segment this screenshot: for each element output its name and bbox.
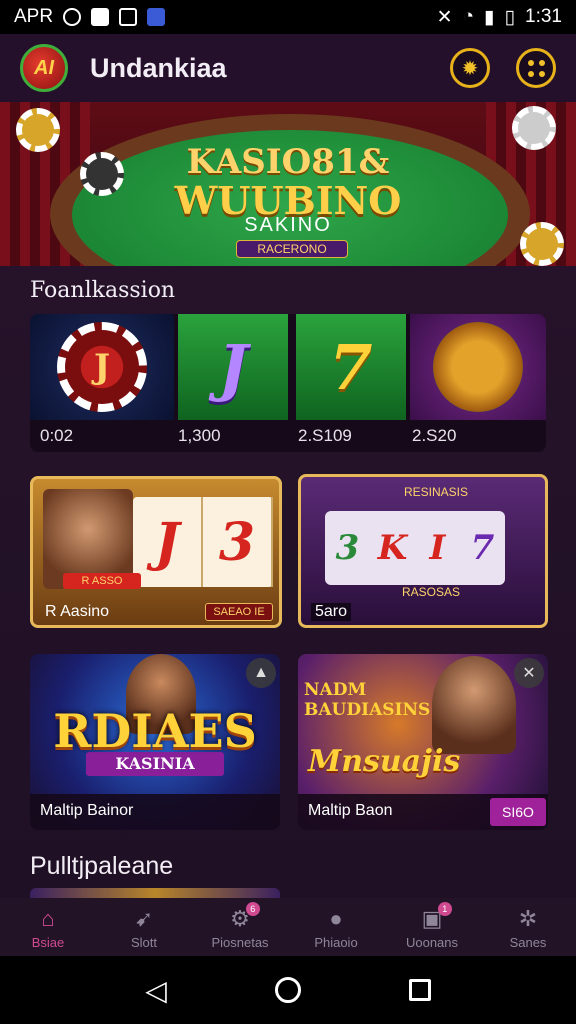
status-bar: APR ✕ ◔ ▮ ▯ 1:31: [0, 0, 576, 34]
game-card-rdiaes[interactable]: RDIAES KASINIA ▲ Maltip Bainor: [30, 654, 280, 830]
game-card-slot-machine[interactable]: RESINASIS 3 K I 7 RASOSAS 5aro: [298, 474, 548, 628]
tile-count: 0:02: [40, 426, 74, 445]
home-button[interactable]: [268, 970, 308, 1010]
bottom-nav: ⌂ Bsiae ➹ Slott ⚙ 6 Piosnetas ● Phiaoio …: [0, 898, 576, 956]
card-logo-top: NADM BAUDIASINS: [304, 680, 431, 720]
hero-banner[interactable]: KASIO81& WUUBINO SAKINO RACERONO: [0, 102, 576, 266]
game-card-jackpot[interactable]: J 3 R ASSO R Aasino SAEAO IE: [30, 476, 282, 628]
section-title-popular: Pulltjpaleane: [30, 852, 174, 880]
alarm-icon: [63, 8, 82, 26]
game-tile-reel-j[interactable]: J: [178, 314, 288, 420]
play-pill[interactable]: SI6O: [490, 798, 546, 826]
tile-glyph: J: [93, 347, 111, 387]
game-card-mnsuajis[interactable]: NADM BAUDIASINS Mnsuajis ✕ Maltip Baon S…: [298, 654, 548, 830]
circle-home-icon: [275, 977, 301, 1003]
hero-title-line1: KASIO81&: [186, 142, 390, 182]
card-badge: SAEAO IE: [205, 603, 273, 621]
card-bottom-banner: RASOSAS: [401, 585, 461, 599]
tile-count: 2.S109: [298, 426, 352, 445]
dots-grid-icon: [527, 59, 545, 77]
card-title: Maltip Baon: [308, 802, 393, 819]
close-icon[interactable]: ✕: [514, 658, 544, 688]
game-tile-roulette[interactable]: J: [30, 314, 174, 420]
lion-icon: [433, 322, 523, 412]
mute-icon: ✕: [436, 6, 453, 28]
card-title: R Aasino: [45, 603, 110, 620]
slot-icon: ➹: [134, 906, 154, 931]
reel-7-glyph: 7: [329, 330, 373, 404]
lock-icon[interactable]: ▲: [246, 658, 276, 688]
nav-label: Slott: [130, 935, 157, 950]
status-right: ✕ ◔ ▮ ▯ 1:31: [437, 6, 562, 29]
roulette-icon: J: [57, 322, 147, 412]
card-logo: RDIAES: [53, 704, 257, 758]
hero-tagline: SAKINO: [244, 214, 332, 236]
menu-button[interactable]: [516, 48, 556, 88]
nav-item-slot[interactable]: ➹ Slott: [96, 898, 192, 956]
game-tile-reel-7[interactable]: 7: [296, 314, 406, 420]
card-title: 5aro: [311, 603, 352, 621]
reel-symbol: 3: [203, 497, 273, 587]
reel-symbol: I: [429, 528, 446, 568]
reel-symbol: 3: [335, 528, 360, 568]
user-icon: ●: [329, 906, 343, 931]
tile-count: 1,300: [178, 426, 221, 445]
nav-label: Uoonans: [405, 935, 459, 950]
app-logo-text: AI: [34, 56, 54, 79]
app-logo[interactable]: AI: [20, 44, 68, 92]
host-portrait: [432, 656, 516, 754]
home-icon: ⌂: [41, 906, 55, 931]
nav-item-coupons[interactable]: ▣ 1 Uoonans: [384, 898, 480, 956]
card-title: Maltip Bainor: [40, 802, 134, 819]
wifi-icon: ◔: [462, 6, 475, 27]
tile-count: 2.S20: [412, 426, 457, 445]
app-root: APR ✕ ◔ ▮ ▯ 1:31 AI Undankiaa ✹ KASIO81&…: [0, 0, 576, 1024]
nav-notif-icon: [147, 8, 166, 26]
cog-icon: ✲: [518, 906, 538, 931]
slot-reels: 3 K I 7: [325, 511, 505, 585]
sun-gear-icon: ✹: [461, 57, 479, 80]
app-title: Undankiaa: [90, 52, 227, 83]
settings-button[interactable]: ✹: [450, 48, 490, 88]
nav-item-home[interactable]: ⌂ Bsiae: [0, 898, 96, 956]
card-ribbon: R ASSO: [63, 573, 141, 589]
nav-item-settings[interactable]: ✲ Sanes: [480, 898, 576, 956]
nav-label: Bsiae: [31, 935, 65, 950]
notification-badge: 6: [245, 902, 260, 916]
card-logo: Mnsuajis: [308, 744, 461, 779]
reel-symbol: K: [377, 528, 408, 568]
app-header: AI Undankiaa ✹: [0, 34, 576, 102]
app-notif-icon: [91, 8, 110, 26]
nav-label: Phiaoio: [314, 935, 358, 950]
square-recents-icon: [409, 979, 431, 1001]
section-title-featured: Foanlkassion: [30, 278, 176, 303]
nav-label: Sanes: [509, 935, 547, 950]
status-left: APR: [14, 6, 166, 28]
card-footer: Maltip Bainor: [30, 794, 280, 830]
system-nav-bar: ◁: [0, 956, 576, 1024]
reel-j-glyph: J: [218, 330, 248, 404]
reel-symbol: 7: [470, 528, 495, 568]
image-notif-icon: [119, 8, 138, 26]
slot-reels: J 3: [133, 497, 273, 587]
nav-item-promotions[interactable]: ⚙ 6 Piosnetas: [192, 898, 288, 956]
status-carrier: APR: [14, 6, 54, 27]
hero-badge: RACERONO: [236, 240, 348, 258]
nav-item-profile[interactable]: ● Phiaoio: [288, 898, 384, 956]
reel-symbol: J: [133, 497, 203, 587]
featured-games-row: J J 7 0:02 1,300 2.S109 2.S20: [30, 314, 546, 452]
battery-icon: ▯: [504, 6, 516, 28]
card-top-banner: RESINASIS: [403, 485, 469, 499]
nav-label: Piosnetas: [211, 935, 269, 950]
status-time: 1:31: [525, 6, 562, 27]
back-icon: ◁: [145, 974, 167, 1006]
recents-button[interactable]: [400, 970, 440, 1010]
notification-badge: 1: [437, 902, 452, 916]
game-tile-lion[interactable]: [410, 314, 546, 420]
signal-icon: ▮: [484, 6, 495, 28]
card-logo-sub: KASINIA: [115, 754, 195, 773]
back-button[interactable]: ◁: [136, 970, 176, 1010]
